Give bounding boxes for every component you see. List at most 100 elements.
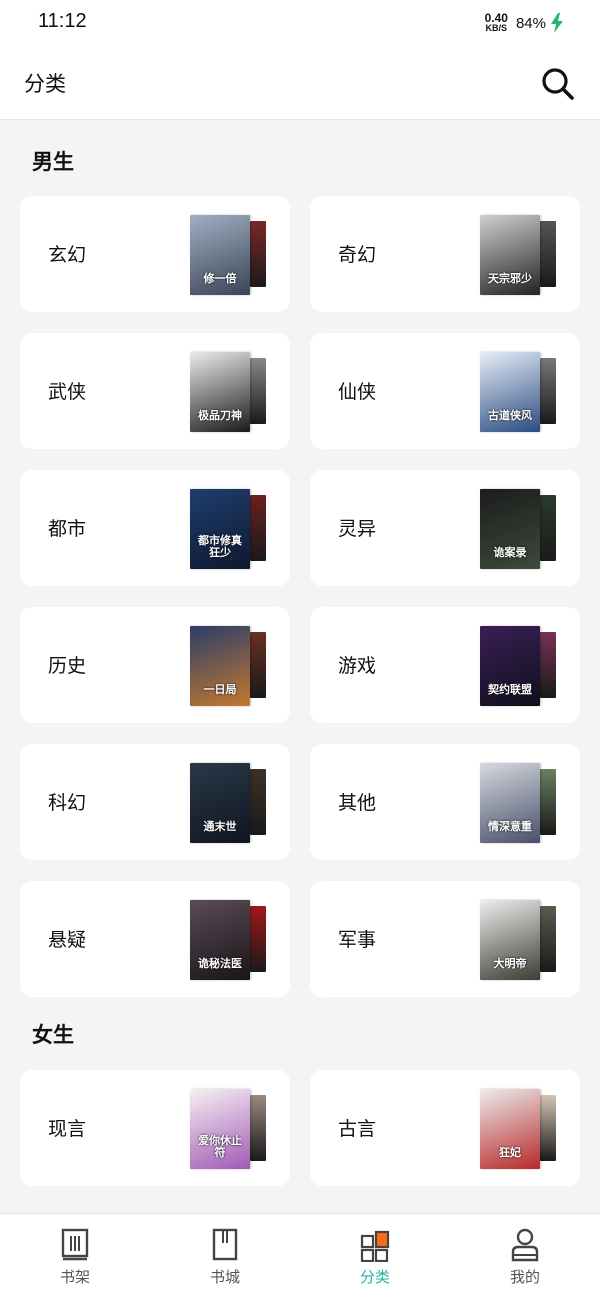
book-cover-title: 爱你休止符 [198,1134,242,1159]
book-cover-title: 诡案录 [493,546,527,559]
net-speed-value: 0.40 [484,11,508,25]
category-label: 其他 [338,792,377,814]
category-label: 军事 [338,929,377,951]
book-cover-stack: 诡秘法医 [190,900,266,980]
category-label: 仙侠 [338,381,377,403]
category-label: 历史 [48,655,87,677]
nav-category[interactable]: 分类 [300,1214,450,1300]
book-cover-back [250,221,266,287]
book-cover-back [250,906,266,972]
category-card[interactable]: 古言 狂妃 [310,1070,580,1186]
book-cover-stack: 契约联盟 [480,626,556,706]
nav-bookshelf[interactable]: 书架 [0,1214,150,1300]
bookstore-icon [212,1228,238,1261]
battery-percent: 84% [515,14,546,32]
category-card[interactable]: 悬疑诡秘法医 [20,881,290,997]
book-cover-title: 诡秘法医 [198,957,242,970]
net-speed-unit: KB/S [485,23,508,33]
category-card[interactable]: 武侠极品刀神 [20,333,290,449]
book-cover-title: 古道侠风 [488,409,532,422]
book-cover-title: 大明帝 [493,957,527,970]
book-cover-title: 天宗邪少 [488,272,532,285]
book-cover: 爱你休止符 [190,1089,250,1169]
book-cover-title: 都市修真狂少 [198,534,242,559]
category-label: 都市 [48,518,87,540]
book-cover-back [540,769,556,835]
book-cover-back [250,632,266,698]
book-cover: 修一倍 [190,215,250,295]
book-cover-back [540,495,556,561]
status-time: 11:12 [38,10,87,32]
net-speed: 0.40 KB/S [484,11,508,33]
category-label: 奇幻 [338,244,377,266]
book-cover-title: 契约联盟 [488,683,532,696]
book-cover-title: 一日局 [203,683,237,696]
book-cover: 狂妃 [480,1089,540,1169]
book-cover: 情深意重 [480,763,540,843]
category-card[interactable]: 现言 爱你休止符 [20,1070,290,1186]
search-icon [542,68,574,100]
category-card[interactable]: 灵异 诡案录 [310,470,580,586]
book-cover-back [540,1095,556,1161]
book-cover: 都市修真狂少 [190,489,250,569]
category-card[interactable]: 都市都市修真狂少 [20,470,290,586]
section-title-male: 男生 [32,150,74,174]
category-label: 古言 [338,1118,377,1140]
category-content[interactable]: 男生 女生 玄幻 修一倍 奇幻 天宗邪少 武侠 极品刀神 仙侠 古道侠风 都市 都市修真狂少 灵异诡… [0,121,600,1213]
book-cover-stack: 狂妃 [480,1089,556,1169]
category-label: 游戏 [338,655,377,677]
category-card[interactable]: 游戏契约联盟 [310,607,580,723]
nav-label-bookstore: 书城 [209,1268,240,1286]
bottom-nav: 书架 书城 分类 我的 [0,1213,600,1300]
book-cover-stack: 诡案录 [480,489,556,569]
book-cover: 诡秘法医 [190,900,250,980]
category-card[interactable]: 历史一日局 [20,607,290,723]
category-label: 武侠 [48,381,87,403]
category-card[interactable]: 军事大明帝 [310,881,580,997]
book-cover-title: 极品刀神 [198,409,242,422]
book-cover-back [250,358,266,424]
book-cover: 一日局 [190,626,250,706]
book-cover-stack: 爱你休止符 [190,1089,266,1169]
book-cover-title: 情深意重 [488,820,532,833]
section-title-female: 女生 [32,1023,74,1047]
book-cover-back [250,495,266,561]
book-cover-back [540,221,556,287]
page-title: 分类 [24,72,66,96]
book-cover: 古道侠风 [480,352,540,432]
nav-label-profile: 我的 [509,1268,540,1286]
nav-label-category: 分类 [359,1268,390,1286]
category-card[interactable]: 仙侠古道侠风 [310,333,580,449]
book-cover-back [540,358,556,424]
category-label: 科幻 [48,792,87,814]
search-button[interactable] [538,64,578,104]
book-cover: 天宗邪少 [480,215,540,295]
book-cover-stack: 修一倍 [190,215,266,295]
category-card[interactable]: 奇幻天宗邪少 [310,196,580,312]
book-cover-stack: 天宗邪少 [480,215,556,295]
nav-profile[interactable]: 我的 [450,1214,600,1300]
book-cover-stack: 大明帝 [480,900,556,980]
bookshelf-icon [61,1228,89,1261]
book-cover-stack: 古道侠风 [480,352,556,432]
book-cover-back [250,1095,266,1161]
charging-bolt-icon [551,13,563,33]
book-cover-stack: 都市修真狂少 [190,489,266,569]
book-cover: 大明帝 [480,900,540,980]
book-cover-title: 修一倍 [203,272,237,285]
app-header: 分类 [0,46,600,120]
nav-bookstore[interactable]: 书城 [150,1214,300,1300]
category-card[interactable]: 其他情深意重 [310,744,580,860]
category-icon [360,1230,390,1262]
book-cover: 诡案录 [480,489,540,569]
category-card[interactable]: 科幻 通末世 [20,744,290,860]
book-cover: 极品刀神 [190,352,250,432]
category-label: 悬疑 [48,929,87,951]
book-cover-back [540,906,556,972]
book-cover-back [540,632,556,698]
status-bar: 11:12 0.40 KB/S 84% [0,0,600,46]
book-cover-stack: 极品刀神 [190,352,266,432]
profile-icon [511,1228,539,1262]
category-card[interactable]: 玄幻 修一倍 [20,196,290,312]
book-cover-stack: 一日局 [190,626,266,706]
